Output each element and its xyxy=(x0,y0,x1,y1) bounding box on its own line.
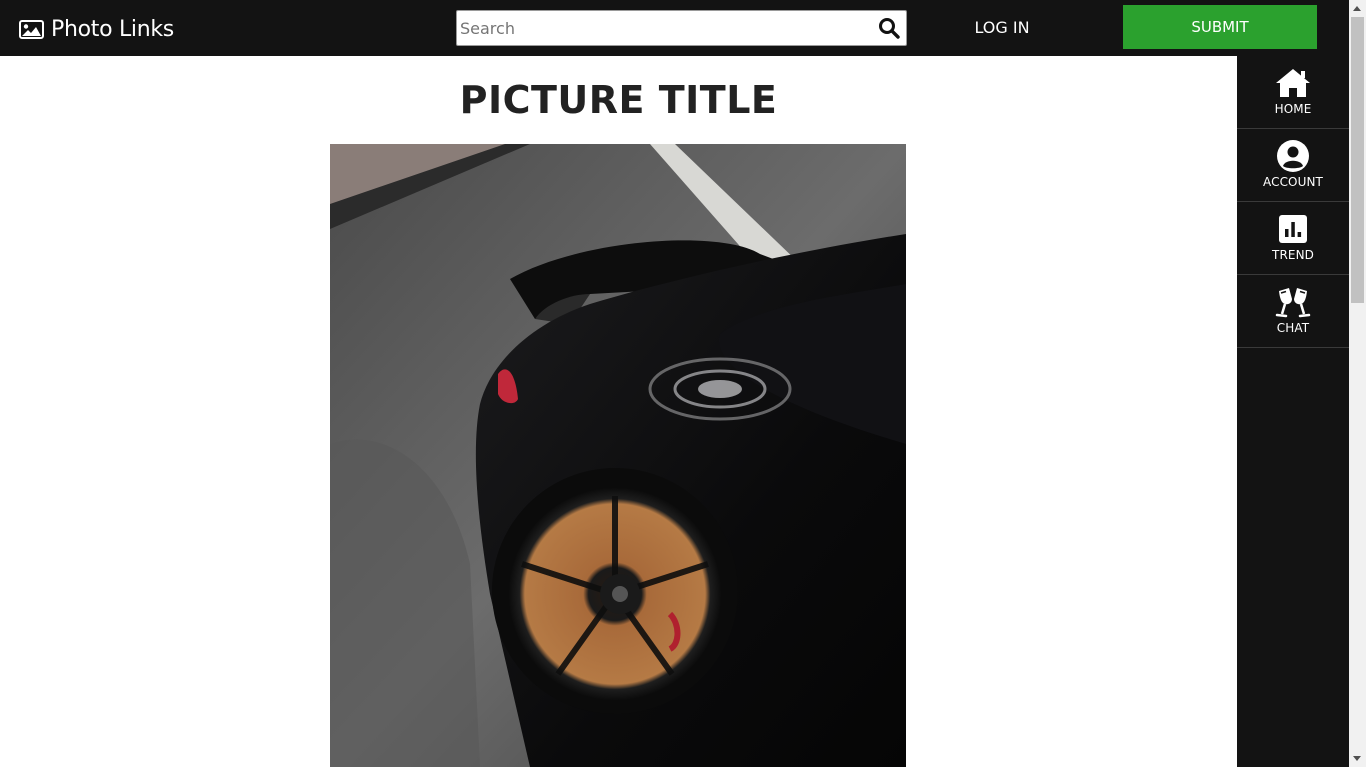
right-sidebar: HOME ACCOUNT TREND CHAT xyxy=(1237,56,1349,767)
picture-image xyxy=(330,144,906,767)
sidebar-item-label: HOME xyxy=(1274,102,1312,116)
bar-chart-icon xyxy=(1279,215,1307,243)
sidebar-item-account[interactable]: ACCOUNT xyxy=(1237,129,1349,202)
home-icon xyxy=(1276,69,1310,97)
top-navigation-bar: Photo Links LOG IN SUBMIT xyxy=(0,0,1349,56)
car-photo-illustration xyxy=(330,144,906,767)
submit-button[interactable]: SUBMIT xyxy=(1123,5,1317,49)
cheers-glasses-icon xyxy=(1275,288,1311,318)
account-circle-icon xyxy=(1277,140,1309,172)
login-link[interactable]: LOG IN xyxy=(966,16,1038,40)
scrollbar-thumb[interactable] xyxy=(1351,17,1364,303)
main-content: PICTURE TITLE xyxy=(0,56,1237,767)
logo-text: Photo Links xyxy=(51,16,174,42)
site-logo[interactable]: Photo Links xyxy=(19,14,174,44)
search-input[interactable] xyxy=(460,11,870,45)
sidebar-item-label: ACCOUNT xyxy=(1263,175,1323,189)
sidebar-item-chat[interactable]: CHAT xyxy=(1237,275,1349,348)
sidebar-item-trend[interactable]: TREND xyxy=(1237,202,1349,275)
scroll-down-arrow-icon[interactable] xyxy=(1353,756,1361,761)
sidebar-item-label: CHAT xyxy=(1276,321,1310,335)
page-title: PICTURE TITLE xyxy=(459,78,778,122)
scroll-up-arrow-icon[interactable] xyxy=(1353,6,1361,11)
page-scrollbar[interactable] xyxy=(1349,0,1366,767)
search-icon[interactable] xyxy=(878,17,900,39)
search-box xyxy=(456,10,907,46)
image-icon xyxy=(19,19,44,39)
sidebar-item-label: TREND xyxy=(1272,248,1314,262)
sidebar-item-home[interactable]: HOME xyxy=(1237,56,1349,129)
